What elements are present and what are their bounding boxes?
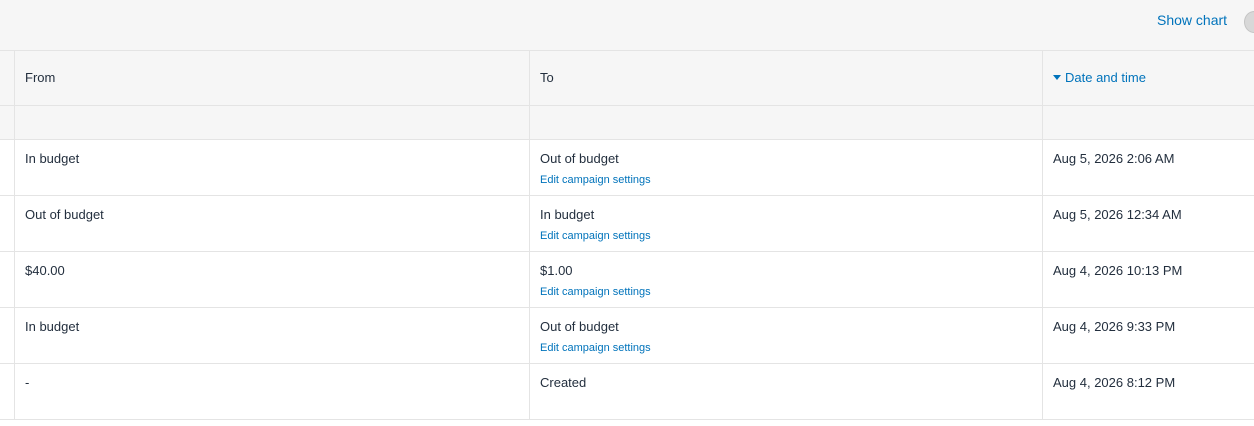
row-spacer-cell: [0, 196, 15, 251]
row-spacer-cell: [0, 364, 15, 419]
filter-cell-spacer: [0, 106, 15, 139]
edit-campaign-settings-link[interactable]: Edit campaign settings: [540, 174, 651, 186]
from-value: -: [25, 375, 30, 390]
from-cell: Out of budget: [15, 196, 530, 251]
filter-cell-from: [15, 106, 530, 139]
edit-campaign-settings-link[interactable]: Edit campaign settings: [540, 286, 651, 298]
filter-cell-to: [530, 106, 1043, 139]
table-row: In budget Out of budget Edit campaign se…: [0, 308, 1254, 364]
edit-campaign-settings-link[interactable]: Edit campaign settings: [540, 230, 651, 242]
from-cell: $40.00: [15, 252, 530, 307]
header-to[interactable]: To: [530, 51, 1043, 105]
date-cell: Aug 5, 2026 2:06 AM: [1043, 140, 1254, 195]
to-cell: Created: [530, 364, 1043, 419]
from-cell: In budget: [15, 308, 530, 363]
from-cell: -: [15, 364, 530, 419]
date-value: Aug 4, 2026 10:13 PM: [1053, 263, 1183, 278]
from-value: In budget: [25, 151, 80, 166]
to-cell: Out of budget Edit campaign settings: [530, 308, 1043, 363]
row-spacer-cell: [0, 308, 15, 363]
row-spacer-cell: [0, 252, 15, 307]
date-cell: Aug 4, 2026 9:33 PM: [1043, 308, 1254, 363]
to-cell: In budget Edit campaign settings: [530, 196, 1043, 251]
date-value: Aug 5, 2026 2:06 AM: [1053, 151, 1175, 166]
row-spacer-cell: [0, 140, 15, 195]
header-from-label: From: [25, 70, 56, 85]
header-cell-spacer: [0, 51, 15, 105]
date-cell: Aug 4, 2026 8:12 PM: [1043, 364, 1254, 419]
table-filter-row: [0, 106, 1254, 140]
header-date-and-time[interactable]: Date and time: [1043, 51, 1254, 105]
date-value: Aug 5, 2026 12:34 AM: [1053, 207, 1182, 222]
chart-toggle-icon[interactable]: [1244, 11, 1254, 33]
header-from[interactable]: From: [15, 51, 530, 105]
header-date-sort[interactable]: Date and time: [1053, 70, 1146, 85]
table-row: $40.00 $1.00 Edit campaign settings Aug …: [0, 252, 1254, 308]
to-value: Out of budget: [540, 151, 619, 166]
to-cell: $1.00 Edit campaign settings: [530, 252, 1043, 307]
table-toolbar: Show chart: [0, 0, 1254, 51]
to-value: $1.00: [540, 263, 573, 278]
table-row: In budget Out of budget Edit campaign se…: [0, 140, 1254, 196]
to-value: Created: [540, 375, 587, 390]
table-header-row: From To Date and time: [0, 51, 1254, 106]
from-value: $40.00: [25, 263, 65, 278]
header-date-label: Date and time: [1065, 70, 1146, 85]
date-value: Aug 4, 2026 8:12 PM: [1053, 375, 1176, 390]
edit-campaign-settings-link[interactable]: Edit campaign settings: [540, 342, 651, 354]
table-row: Out of budget In budget Edit campaign se…: [0, 196, 1254, 252]
date-cell: Aug 4, 2026 10:13 PM: [1043, 252, 1254, 307]
header-to-label: To: [540, 70, 554, 85]
from-value: In budget: [25, 319, 80, 334]
to-value: In budget: [540, 207, 595, 222]
to-value: Out of budget: [540, 319, 619, 334]
show-chart-link[interactable]: Show chart: [1157, 12, 1227, 28]
to-cell: Out of budget Edit campaign settings: [530, 140, 1043, 195]
filter-cell-date: [1043, 106, 1254, 139]
date-value: Aug 4, 2026 9:33 PM: [1053, 319, 1176, 334]
sort-descending-icon: [1053, 75, 1061, 80]
table-row: - Created Aug 4, 2026 8:12 PM: [0, 364, 1254, 420]
from-value: Out of budget: [25, 207, 104, 222]
from-cell: In budget: [15, 140, 530, 195]
date-cell: Aug 5, 2026 12:34 AM: [1043, 196, 1254, 251]
